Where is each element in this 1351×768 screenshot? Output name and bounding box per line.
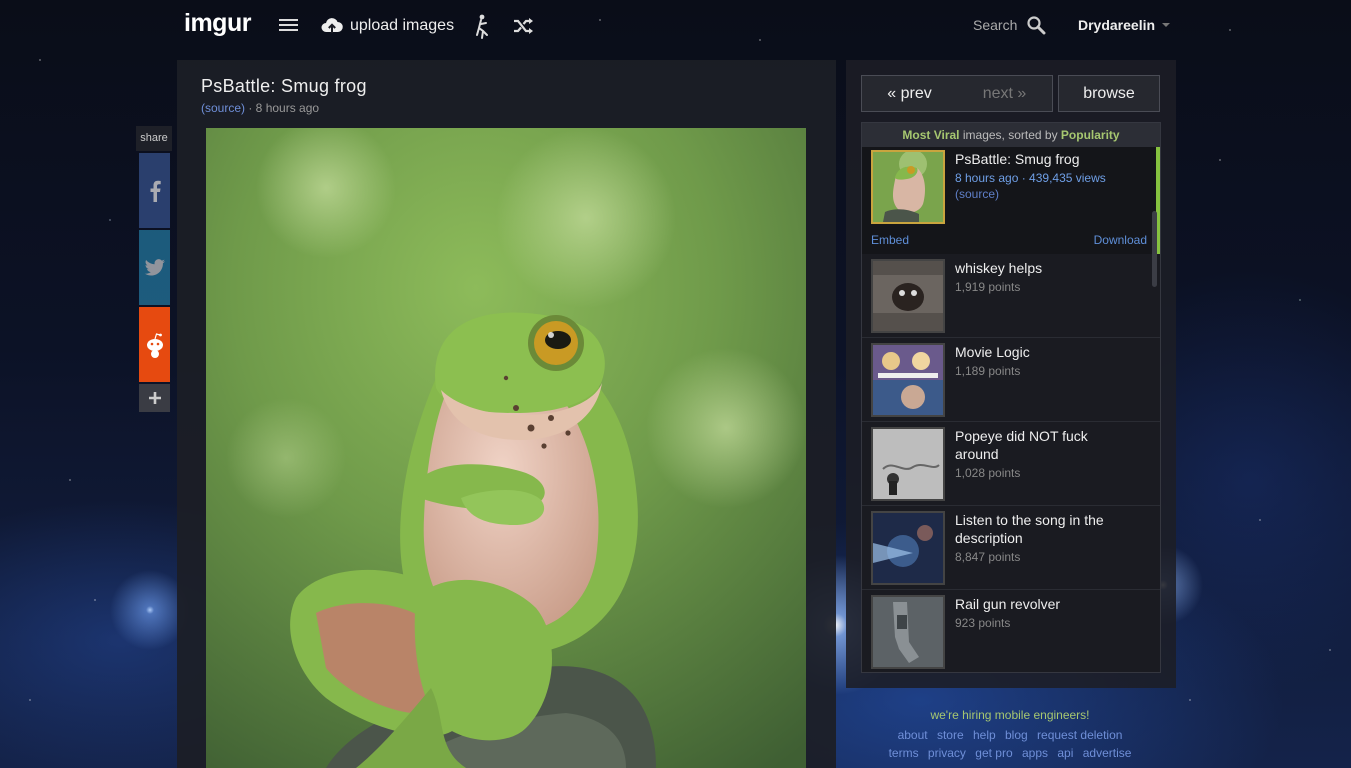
cloud-upload-icon [321,18,343,33]
footer-link-about[interactable]: about [898,728,928,742]
current-source-link[interactable]: (source) [955,187,999,201]
footer-links-row1: about store help blog request deletion [855,726,1165,744]
twitter-share-button[interactable] [139,230,170,305]
list-item[interactable]: Listen to the song in the description 8,… [862,506,1160,590]
shuffle-icon[interactable] [513,17,535,35]
prev-button[interactable]: « prev [862,76,957,111]
item-title: Rail gun revolver [955,596,1061,612]
footer: we're hiring mobile engineers! about sto… [855,708,1165,762]
imgur-logo[interactable]: imgur [184,9,251,38]
list-item[interactable]: Rail gun revolver 923 points [862,590,1160,672]
footer-link-store[interactable]: store [937,728,964,742]
heading-viral[interactable]: Most Viral [902,128,959,142]
item-title: Popeye did NOT fuck around [955,428,1088,462]
heading-mid: images, sorted by [959,128,1061,142]
walking-figure-icon[interactable] [474,14,492,40]
list-heading: Most Viral images, sorted by Popularity [862,123,1160,147]
top-bar: imgur upload images Search Drydareelin [0,0,1351,52]
list-item[interactable]: Movie Logic 1,189 points [862,338,1160,422]
post-meta: (source) · 8 hours ago [201,101,319,115]
footer-link-api[interactable]: api [1057,746,1073,760]
footer-link-advertise[interactable]: advertise [1083,746,1132,760]
footer-link-blog[interactable]: blog [1005,728,1028,742]
post-panel: PsBattle: Smug frog (source) · 8 hours a… [177,60,836,768]
item-points: 1,919 points [955,280,1021,294]
post-title: PsBattle: Smug frog [201,76,367,96]
current-thumbnail[interactable] [871,150,945,224]
chevron-down-icon [1162,23,1171,27]
username: Drydareelin [1078,17,1156,33]
item-thumbnail [871,511,945,585]
hiring-link[interactable]: we're hiring mobile engineers! [855,708,1165,722]
item-thumbnail [871,259,945,333]
upload-label: upload images [350,17,455,34]
plus-icon [148,392,161,404]
item-thumbnail [871,343,945,417]
search-icon [1027,16,1046,35]
facebook-share-button[interactable] [139,153,170,228]
browse-button[interactable]: browse [1058,75,1160,112]
reddit-share-button[interactable] [139,307,170,382]
item-title: Movie Logic [955,344,1030,360]
embed-link[interactable]: Embed [871,233,909,247]
item-points: 1,189 points [955,364,1021,378]
frog-photo [206,128,806,768]
heading-sort[interactable]: Popularity [1061,128,1120,142]
current-meta: 8 hours ago · 439,435 views [955,171,1106,185]
upload-images-button[interactable]: upload images [321,14,454,38]
item-points: 8,847 points [955,550,1021,564]
footer-link-apps[interactable]: apps [1022,746,1048,760]
next-button[interactable]: next » [957,76,1052,111]
footer-link-privacy[interactable]: privacy [928,746,966,760]
list-item[interactable]: whiskey helps 1,919 points [862,254,1160,338]
item-points: 923 points [955,616,1011,630]
share-column: share [136,126,172,412]
footer-link-get-pro[interactable]: get pro [975,746,1012,760]
source-link[interactable]: (source) [201,101,245,115]
item-thumbnail [871,427,945,501]
search-label: Search [973,17,1018,33]
post-time: · 8 hours ago [245,101,320,115]
facebook-icon [150,180,161,202]
current-title: PsBattle: Smug frog [955,151,1080,167]
reddit-alien-icon [146,332,163,358]
more-share-button[interactable] [139,384,170,412]
footer-link-terms[interactable]: terms [889,746,919,760]
item-title: whiskey helps [955,260,1043,276]
download-link[interactable]: Download [1094,233,1147,247]
item-points: 1,028 points [955,466,1021,480]
viral-list: Most Viral images, sorted by Popularity … [861,122,1161,673]
list-scrollbar[interactable] [1152,211,1157,287]
item-title: Listen to the song in the description [955,512,1104,546]
frog-thumbnail-image [873,152,943,222]
footer-link-request-deletion[interactable]: request deletion [1037,728,1122,742]
footer-link-help[interactable]: help [973,728,996,742]
twitter-icon [144,258,165,276]
list-item[interactable]: Popeye did NOT fuck around 1,028 points [862,422,1160,506]
prev-next-group: « prev next » [861,75,1053,112]
search-box[interactable]: Search [973,15,1046,35]
sidebar-panel: « prev next » browse Most Viral images, … [846,60,1176,688]
post-image[interactable] [206,128,806,768]
current-item: PsBattle: Smug frog 8 hours ago · 439,43… [862,147,1160,254]
user-menu[interactable]: Drydareelin [1078,17,1171,33]
footer-links-row2: terms privacy get pro apps api advertise [855,744,1165,762]
menu-icon[interactable] [279,19,298,33]
share-label: share [136,126,172,151]
item-thumbnail [871,595,945,669]
